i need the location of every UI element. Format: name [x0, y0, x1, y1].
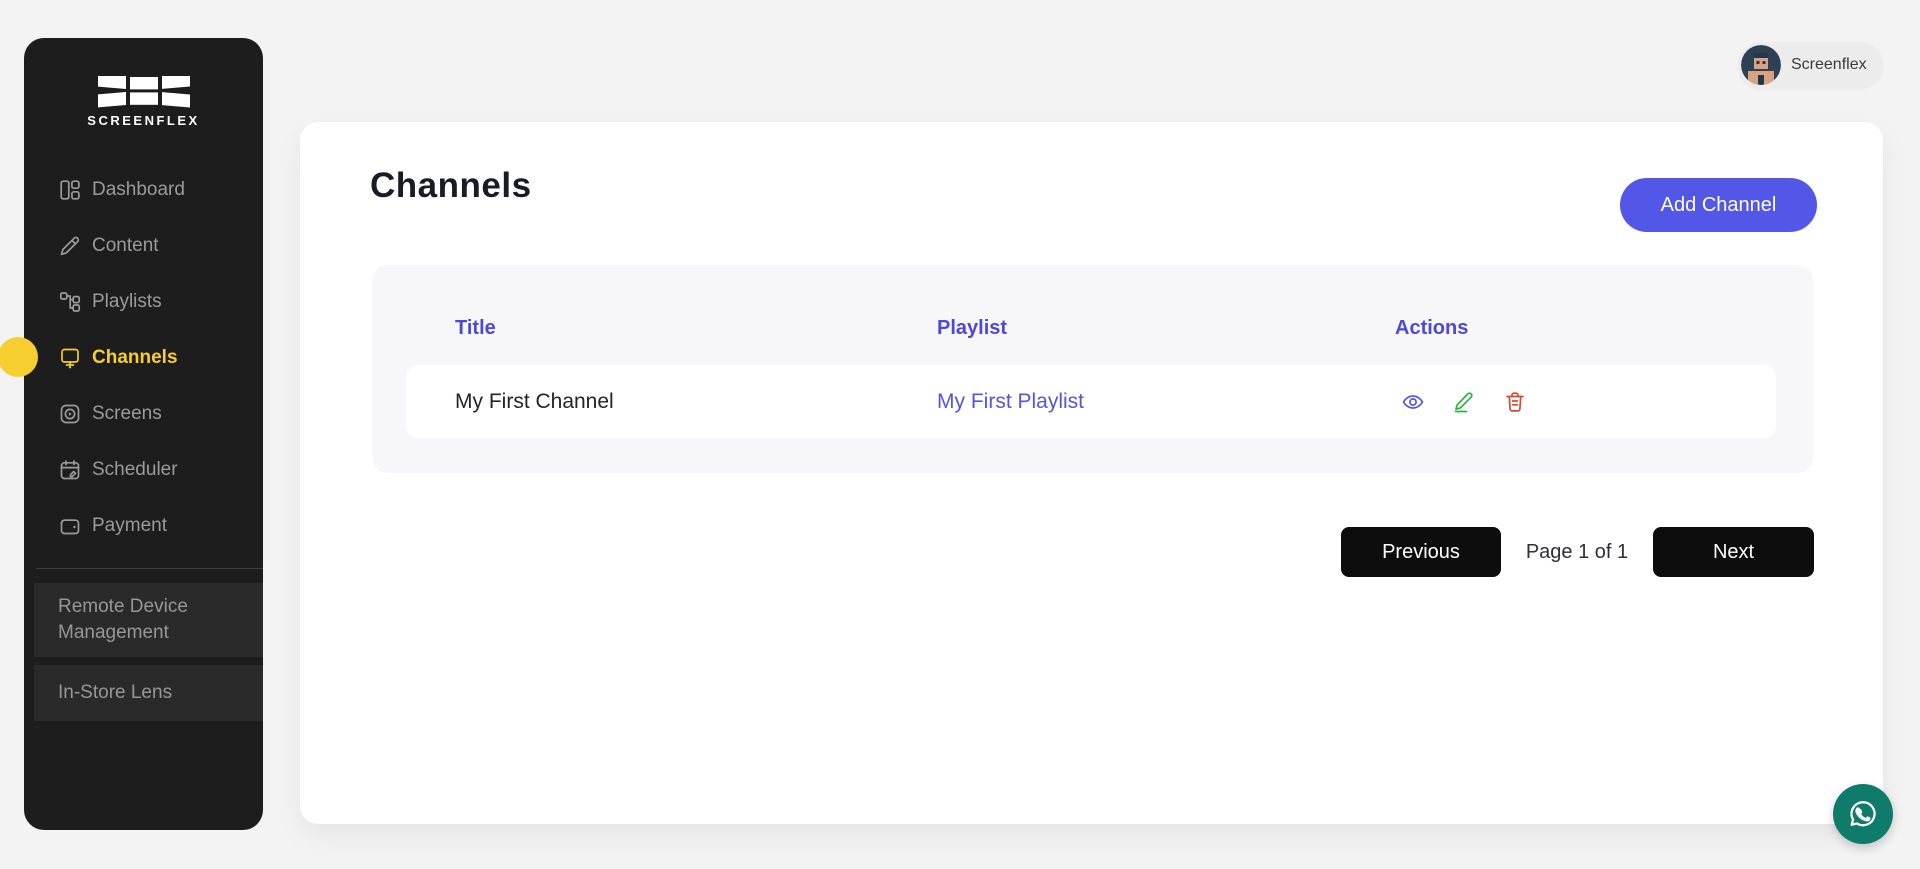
- view-button[interactable]: [1401, 390, 1425, 414]
- brush-icon: [58, 234, 82, 258]
- sidebar-nav: Dashboard Content Playlists: [24, 162, 263, 554]
- channel-title-cell: My First Channel: [455, 390, 614, 414]
- channels-table: Title Playlist Actions My First Channel …: [372, 265, 1813, 473]
- sidebar-item-content[interactable]: Content: [24, 218, 263, 274]
- sidebar-item-label: Scheduler: [92, 459, 178, 481]
- avatar: [1741, 45, 1781, 85]
- sidebar-item-label: Screens: [92, 403, 162, 425]
- playlist-link[interactable]: My First Playlist: [937, 390, 1084, 414]
- table-row: My First Channel My First Playlist: [406, 365, 1776, 438]
- sidebar-item-payment[interactable]: Payment: [24, 498, 263, 554]
- page-title: Channels: [370, 166, 532, 206]
- edit-button[interactable]: [1452, 390, 1476, 414]
- sidebar-divider: [36, 568, 263, 569]
- pixel-avatar-image: [1741, 45, 1781, 85]
- sidebar-item-label: Payment: [92, 515, 167, 537]
- brand-wordmark: SCREENFLEX: [87, 113, 199, 128]
- sidebar-section-label: Remote Device Management: [58, 594, 247, 645]
- eye-icon: [1401, 390, 1425, 414]
- user-name-label: Screenflex: [1791, 56, 1867, 74]
- sidebar-section-label: In-Store Lens: [58, 680, 172, 706]
- sidebar-item-in-store-lens[interactable]: In-Store Lens: [34, 665, 263, 721]
- column-header-title: Title: [455, 317, 496, 340]
- column-header-actions: Actions: [1395, 317, 1468, 340]
- channels-screen-icon: [58, 346, 82, 370]
- playlists-tree-icon: [58, 290, 82, 314]
- sidebar-item-remote-device-management[interactable]: Remote Device Management: [34, 583, 263, 657]
- sidebar-item-scheduler[interactable]: Scheduler: [24, 442, 263, 498]
- screenflex-videowall-icon: [96, 76, 192, 110]
- sidebar-item-channels[interactable]: Channels: [24, 330, 263, 386]
- whatsapp-chat-button[interactable]: [1833, 784, 1893, 844]
- brand-logo: SCREENFLEX: [24, 76, 263, 128]
- sidebar-item-label: Channels: [92, 347, 178, 369]
- row-actions: [1401, 390, 1527, 414]
- sidebar-item-label: Content: [92, 235, 159, 257]
- user-menu-chip[interactable]: Screenflex: [1738, 42, 1883, 88]
- add-channel-button[interactable]: Add Channel: [1620, 178, 1817, 232]
- dashboard-icon: [58, 178, 82, 202]
- previous-page-button[interactable]: Previous: [1341, 527, 1501, 577]
- sidebar: SCREENFLEX Dashboard Content: [24, 38, 263, 830]
- sidebar-item-label: Playlists: [92, 291, 162, 313]
- main-content-card: Channels Add Channel Title Playlist Acti…: [300, 122, 1883, 824]
- sidebar-item-dashboard[interactable]: Dashboard: [24, 162, 263, 218]
- delete-button[interactable]: [1503, 390, 1527, 414]
- column-header-playlist: Playlist: [937, 317, 1007, 340]
- sidebar-item-label: Dashboard: [92, 179, 185, 201]
- whatsapp-icon: [1845, 796, 1881, 832]
- screens-player-icon: [58, 402, 82, 426]
- scheduler-calendar-icon: [58, 458, 82, 482]
- sidebar-item-screens[interactable]: Screens: [24, 386, 263, 442]
- sidebar-item-playlists[interactable]: Playlists: [24, 274, 263, 330]
- next-page-button[interactable]: Next: [1653, 527, 1814, 577]
- page-indicator: Page 1 of 1: [1501, 527, 1653, 577]
- payment-wallet-icon: [58, 514, 82, 538]
- edit-pencil-icon: [1452, 390, 1476, 414]
- trash-icon: [1503, 390, 1527, 414]
